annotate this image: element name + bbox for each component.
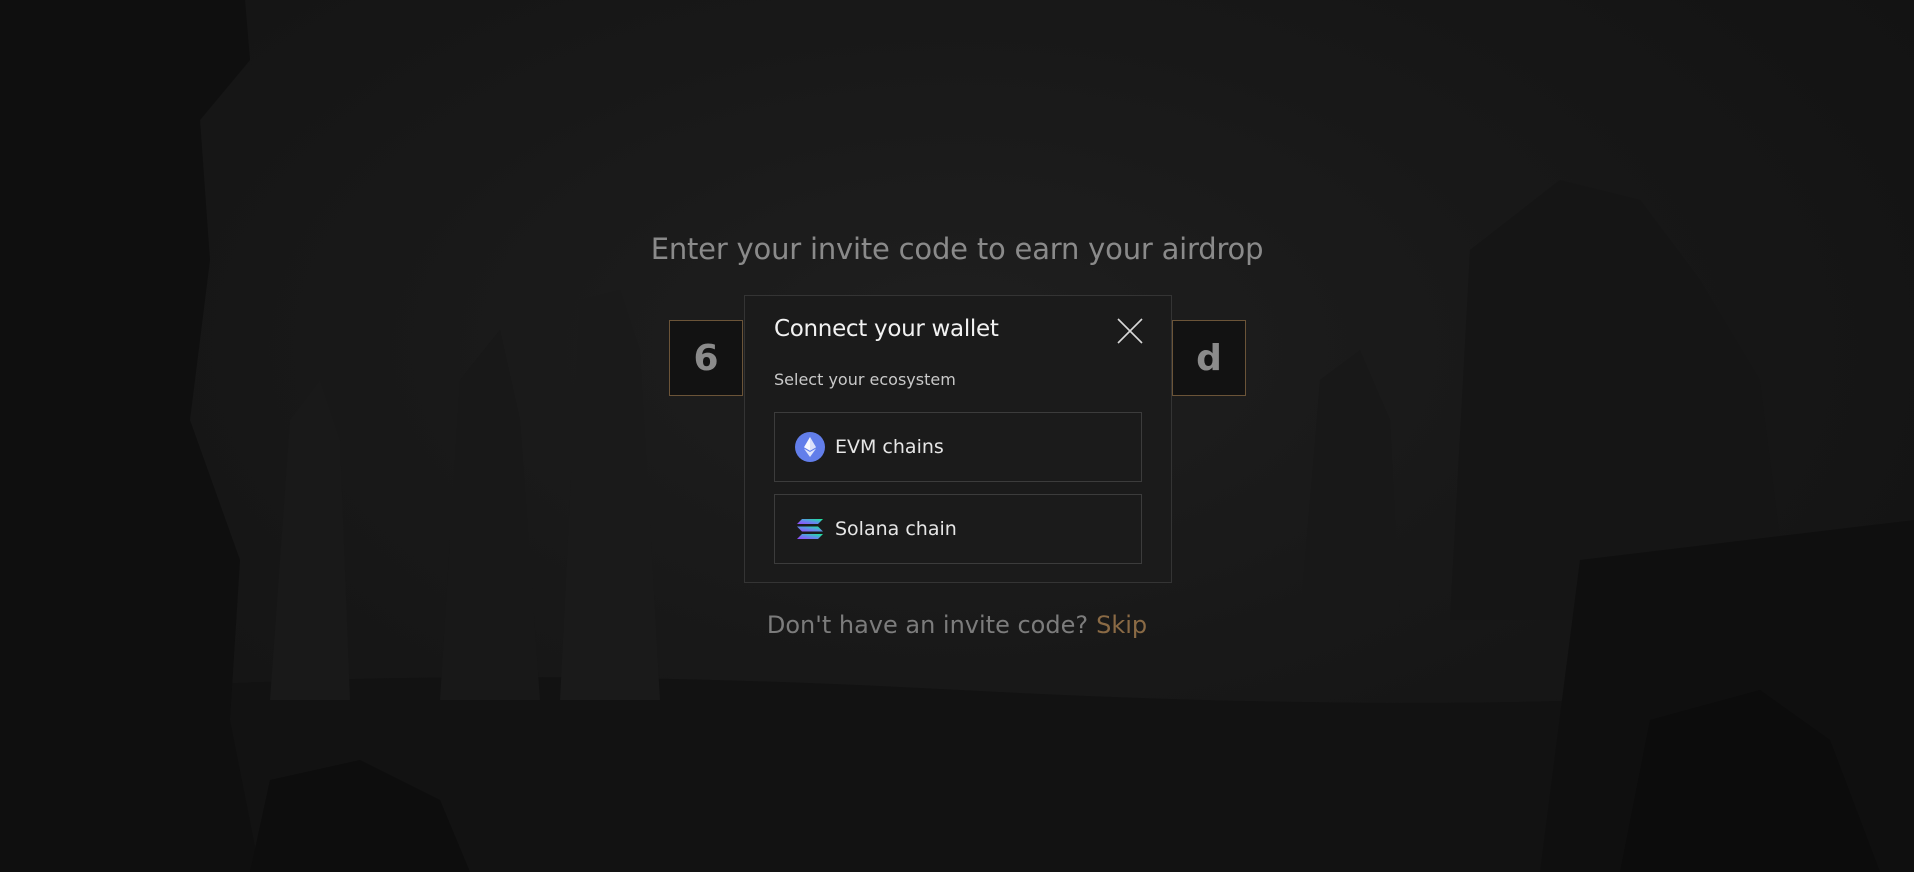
no-invite-code-row: Don't have an invite code? Skip	[0, 611, 1914, 639]
invite-code-input-1[interactable]: 6	[669, 320, 743, 396]
no-invite-code-text: Don't have an invite code?	[766, 611, 1089, 639]
evm-chains-label: EVM chains	[835, 436, 944, 458]
skip-link[interactable]: Skip	[1096, 611, 1147, 639]
ethereum-icon	[795, 432, 825, 462]
modal-subtitle: Select your ecosystem	[774, 370, 956, 389]
modal-title: Connect your wallet	[774, 316, 999, 342]
solana-icon	[795, 514, 825, 544]
page-background: Enter your invite code to earn your aird…	[0, 0, 1914, 872]
page-title: Enter your invite code to earn your aird…	[650, 232, 1264, 266]
close-icon[interactable]	[1115, 316, 1145, 346]
evm-chains-button[interactable]: EVM chains	[774, 412, 1142, 482]
connect-wallet-modal: Connect your wallet Select your ecosyste…	[744, 295, 1172, 583]
solana-chain-label: Solana chain	[835, 518, 957, 540]
invite-code-input-last[interactable]: d	[1172, 320, 1246, 396]
solana-chain-button[interactable]: Solana chain	[774, 494, 1142, 564]
